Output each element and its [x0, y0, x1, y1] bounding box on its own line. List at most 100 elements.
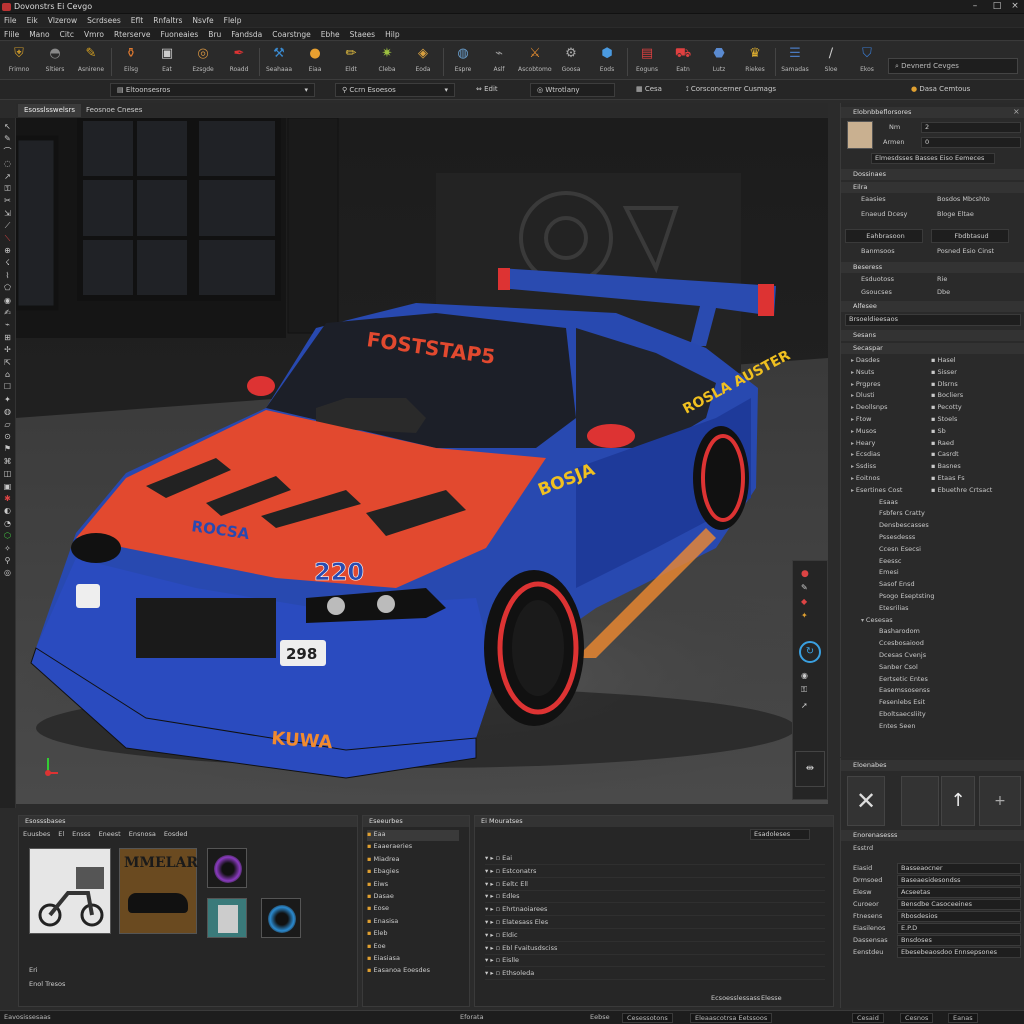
- toolbar-button-pot[interactable]: ⚱ Eilsg: [114, 44, 148, 78]
- toolbar-button-brush2[interactable]: ∕ Sloe: [814, 44, 848, 78]
- list-item[interactable]: ▪ Eleb: [367, 929, 459, 940]
- list-item[interactable]: ▪ Eaa: [367, 830, 459, 841]
- tool-icon-7[interactable]: ⇲: [2, 209, 13, 219]
- toolbar-button-globe[interactable]: ◍ Espre: [446, 44, 480, 78]
- list-item[interactable]: ▪ Dasae: [367, 892, 459, 903]
- tool-icon-32[interactable]: ◔: [2, 519, 13, 529]
- 3d-viewport[interactable]: FOSTSTAP5 ROCSA 220 298 BOSJA ROSLA AUST…: [16, 118, 828, 804]
- list-item[interactable]: ▪ Eiasiasa: [367, 954, 459, 965]
- tree-item[interactable]: Fsbfers Cratty: [879, 509, 1019, 520]
- tool-icon-30[interactable]: ✱: [2, 494, 13, 504]
- section-header[interactable]: Eilra: [841, 182, 1024, 193]
- tree-item-value[interactable]: ▪ Dlsrns: [931, 380, 1023, 391]
- toolbar-button-box3d[interactable]: ◈ Eoda: [406, 44, 440, 78]
- asset-toolbar-item[interactable]: Ensss: [72, 830, 90, 838]
- toolbar-button-pen[interactable]: ✒ Roadd: [222, 44, 256, 78]
- outliner-row[interactable]: ▾ ▸ ▫ Elatesass Eles: [485, 918, 825, 929]
- asset-toolbar-item[interactable]: Eneest: [99, 830, 121, 838]
- menu-item[interactable]: Fuoneaies: [160, 30, 198, 39]
- minimize-button[interactable]: –: [968, 1, 982, 13]
- status-item[interactable]: Cesessotons: [622, 1013, 673, 1023]
- tree-item-value[interactable]: ▪ Sb: [931, 427, 1023, 438]
- menu-item[interactable]: Eik: [27, 16, 38, 25]
- tree-item[interactable]: Entes Seen: [879, 722, 1019, 733]
- tree-item[interactable]: Dcesas Cvenjs: [879, 651, 1019, 662]
- tree-item[interactable]: Fesenlebs Esit: [879, 698, 1019, 709]
- toolbar-button-sword[interactable]: ⚔ Ascobtomos: [518, 44, 552, 78]
- toolbar-button-gear[interactable]: ⚙ Goosa: [554, 44, 588, 78]
- tree-item-value[interactable]: ▪ Sisser: [931, 368, 1023, 379]
- asset-toolbar-item[interactable]: Ensnosa: [129, 830, 156, 838]
- outliner-row[interactable]: ▾ ▸ ▫ Eldic: [485, 931, 825, 942]
- outliner-row[interactable]: ▾ ▸ ▫ Ehrtnaoiarees: [485, 905, 825, 917]
- tree-item[interactable]: Easemssosenss: [879, 686, 1019, 697]
- tree-item[interactable]: Psogo Eseptsting: [879, 592, 1019, 603]
- list-item[interactable]: ▪ Ebagies: [367, 867, 459, 878]
- list-item[interactable]: ▪ Easanoa Eoesdes: [367, 966, 459, 977]
- list-item[interactable]: ▪ Eaaeraeries: [367, 842, 459, 853]
- outliner-row[interactable]: ▾ ▸ ▫ Eeltc Ell: [485, 880, 825, 891]
- tree-item[interactable]: ▸ Ssdiss: [851, 462, 931, 473]
- prop-button[interactable]: Fbdbtasud: [931, 229, 1009, 243]
- tool-icon-8[interactable]: ⟋: [2, 221, 13, 231]
- menu-item[interactable]: Bru: [208, 30, 221, 39]
- tree-item[interactable]: Eertsetic Entes: [879, 675, 1019, 686]
- tree-item-value[interactable]: ▪ Hasel: [931, 356, 1023, 367]
- record-icon[interactable]: ●: [801, 569, 809, 579]
- tree-item-value[interactable]: ▪ Basnes: [931, 462, 1023, 473]
- subbar-dropdown-1[interactable]: ▤ Eltoonsesros ▾: [110, 83, 315, 97]
- tool-icon-14[interactable]: ◉: [2, 296, 13, 306]
- toolbar-button-brush[interactable]: ✎ Asnirene: [74, 44, 108, 78]
- material-prop-field[interactable]: Ebesebeaosdoo Ennsepsones: [897, 947, 1021, 958]
- tool-icon-6[interactable]: ✂: [2, 196, 13, 206]
- menu-item[interactable]: Coarstnge: [272, 30, 310, 39]
- toolbar-button-layers[interactable]: ☰ Samadas: [778, 44, 812, 78]
- subbar-dropdown-2[interactable]: ⚲ Ccrn Esoesos ▾: [335, 83, 455, 97]
- toolbar-button-trophy[interactable]: ♛ Riekes: [738, 44, 772, 78]
- tool-icon-5[interactable]: ⚿: [2, 184, 13, 194]
- status-item[interactable]: Eleaascotrsa Eetssoos: [690, 1013, 773, 1023]
- tree-item[interactable]: Pssesdesss: [879, 533, 1019, 544]
- tree-item[interactable]: Ccesn Esecsi: [879, 545, 1019, 556]
- toolbar-button-car[interactable]: ⛟ Eatn: [666, 44, 700, 78]
- prop-value[interactable]: Bosdos Mbcshto: [937, 195, 1023, 206]
- asset-thumb-lens[interactable]: [207, 848, 247, 888]
- tool-icon-18[interactable]: ✢: [2, 345, 13, 355]
- tool-icon-36[interactable]: ◎: [2, 568, 13, 578]
- asset-toolbar-item[interactable]: El: [58, 830, 64, 838]
- menu-item[interactable]: Mano: [29, 30, 49, 39]
- material-prop-field[interactable]: Bnsdoses: [897, 935, 1021, 946]
- eye-icon[interactable]: ◉: [801, 671, 808, 680]
- toolbar-button-compass[interactable]: ◎ Ezsgde: [186, 44, 220, 78]
- outliner-row[interactable]: ▾ ▸ ▫ Eislle: [485, 956, 825, 968]
- tool-icon-23[interactable]: ◍: [2, 407, 13, 417]
- tree-item-value[interactable]: ▪ Casrdt: [931, 450, 1023, 461]
- tree-group[interactable]: ▾ Cesesas: [861, 616, 1001, 627]
- outliner-search[interactable]: Esadoleses: [750, 829, 810, 840]
- transform-icon[interactable]: ✕: [847, 776, 885, 826]
- material-prop-field[interactable]: Bensdbe Casoceeines: [897, 899, 1021, 910]
- tab-scene[interactable]: Feosnoe Cneses: [80, 104, 148, 117]
- tool-icon-17[interactable]: ⊞: [2, 333, 13, 343]
- prop-value[interactable]: Posned Esio Cinst: [937, 247, 1023, 258]
- tree-item[interactable]: Basharodom: [879, 627, 1019, 638]
- tree-item[interactable]: ▸ Prgpres: [851, 380, 931, 391]
- tree-item[interactable]: Eboltsaecsliity: [879, 710, 1019, 721]
- subbar-button-6[interactable]: ⟟ Corsconcerner Cusmags: [680, 83, 782, 97]
- tool-icon-31[interactable]: ◐: [2, 506, 13, 516]
- prop-value[interactable]: Rie: [937, 275, 1023, 286]
- list-item[interactable]: ▪ Eiws: [367, 880, 459, 891]
- menu-item[interactable]: Ebhe: [321, 30, 340, 39]
- material-prop-field[interactable]: E.P.D: [897, 923, 1021, 934]
- toolbar-button-cube[interactable]: ⬢ Eods: [590, 44, 624, 78]
- tree-item[interactable]: ▸ Eoitnos: [851, 474, 931, 485]
- outliner-row[interactable]: ▾ ▸ ▫ Edles: [485, 892, 825, 904]
- tool-icon-19[interactable]: ⇱: [2, 358, 13, 368]
- tool-icon-25[interactable]: ⊙: [2, 432, 13, 442]
- tab-viewport[interactable]: Esosslsswelsrs: [18, 104, 82, 117]
- close-button[interactable]: ×: [1008, 1, 1022, 13]
- section-header[interactable]: Alfesee: [841, 301, 1024, 312]
- tree-item[interactable]: ▸ Heary: [851, 439, 931, 450]
- tool-icon-1[interactable]: ✎: [2, 134, 13, 144]
- section-header[interactable]: Secaspar: [841, 343, 1024, 354]
